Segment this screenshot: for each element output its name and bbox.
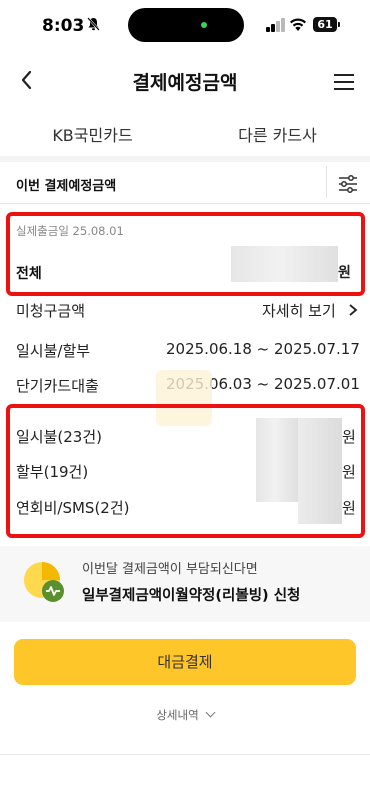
pay-button[interactable]: 대금결제 bbox=[14, 639, 356, 685]
short-term-loan-label: 단기카드대출 bbox=[16, 377, 99, 395]
unbilled-detail-link-label: 자세히 보기 bbox=[262, 302, 336, 320]
section-header: 이번 결제예정금액 bbox=[0, 162, 370, 204]
wifi-icon bbox=[289, 16, 307, 32]
section-title: 이번 결제예정금액 bbox=[16, 179, 117, 194]
divider bbox=[326, 166, 327, 198]
tab-kb-card[interactable]: KB국민카드 bbox=[0, 122, 185, 146]
page-title: 결제예정금액 bbox=[132, 72, 238, 94]
chevron-down-icon bbox=[205, 707, 216, 718]
installment-label: 일시불/할부 bbox=[16, 342, 91, 360]
bell-muted-icon bbox=[87, 17, 100, 35]
filter-settings-icon[interactable] bbox=[336, 171, 360, 195]
status-bar: 8:03 61 bbox=[0, 0, 370, 52]
unbilled-detail-link[interactable]: 자세히 보기 bbox=[262, 300, 359, 321]
installment-period: 2025.06.18 ~ 2025.07.17 bbox=[166, 340, 360, 358]
app-header: 결제예정금액 bbox=[0, 56, 370, 106]
card-tabs: KB국민카드 다른 카드사 bbox=[0, 108, 370, 154]
highlight-box-total bbox=[6, 212, 365, 296]
battery-icon: 61 bbox=[313, 17, 340, 32]
highlight-box-breakdown bbox=[6, 404, 365, 538]
revolving-payment-icon bbox=[22, 560, 68, 606]
detail-toggle[interactable]: 상세내역 bbox=[0, 707, 370, 723]
cellular-signal-icon bbox=[266, 18, 286, 32]
detail-toggle-label: 상세내역 bbox=[156, 708, 199, 722]
promo-subtitle: 이번달 결제금액이 부담되신다면 bbox=[82, 562, 258, 577]
divider bbox=[0, 754, 370, 755]
tab-other-card[interactable]: 다른 카드사 bbox=[185, 122, 370, 146]
promo-title: 일부결제금액이월약정(리볼빙) 신청 bbox=[82, 588, 301, 604]
unbilled-label: 미청구금액 bbox=[16, 302, 86, 320]
chevron-right-icon bbox=[348, 304, 357, 316]
revolving-promo-banner[interactable]: 이번달 결제금액이 부담되신다면 일부결제금액이월약정(리볼빙) 신청 bbox=[0, 546, 370, 622]
hamburger-menu-icon[interactable] bbox=[334, 74, 354, 90]
camera-indicator-icon bbox=[201, 22, 207, 28]
status-time: 8:03 bbox=[42, 16, 85, 36]
dynamic-island bbox=[128, 8, 244, 42]
